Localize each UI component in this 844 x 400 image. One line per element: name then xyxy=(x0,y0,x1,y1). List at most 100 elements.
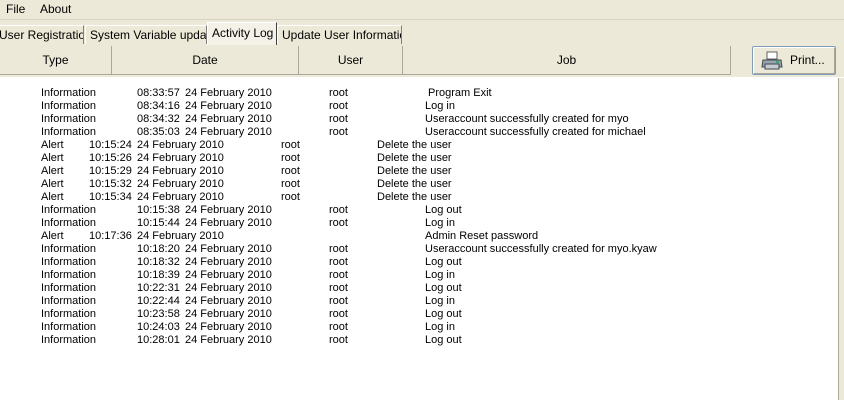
log-row[interactable]: Information 08:34:32 24 February 2010 root U… xyxy=(0,113,838,126)
log-cell-date: 24 February 2010 xyxy=(137,152,224,164)
log-cell-date: 24 February 2010 xyxy=(185,256,272,268)
log-cell-job: Admin Reset password xyxy=(425,230,539,242)
log-cell-date: 24 February 2010 xyxy=(185,243,272,255)
log-row[interactable]: Information 10:15:38 24 February 2010 root L… xyxy=(0,204,838,217)
log-cell-time: 10:18:20 xyxy=(137,243,180,255)
log-cell-job: Log in xyxy=(425,321,455,333)
log-cell-user: root xyxy=(281,165,300,177)
log-cell-type: Information xyxy=(41,243,97,255)
log-cell-job: Log out xyxy=(425,204,462,216)
log-cell-date: 24 February 2010 xyxy=(137,165,224,177)
log-cell-time: 10:15:26 xyxy=(89,152,132,164)
log-cell-user: root xyxy=(329,256,348,268)
log-cell-type: Information xyxy=(41,295,97,307)
log-cell-date: 24 February 2010 xyxy=(185,295,272,307)
log-cell-date: 24 February 2010 xyxy=(185,126,272,138)
log-row[interactable]: Information 10:18:20 24 February 2010 root U… xyxy=(0,243,838,256)
log-row[interactable]: Information 08:34:16 24 February 2010 root L… xyxy=(0,100,838,113)
log-row[interactable]: Information 10:18:32 24 February 2010 root L… xyxy=(0,256,838,269)
tab-update-user-information[interactable]: Update User Information xyxy=(277,25,402,44)
log-cell-type: Information xyxy=(41,282,97,294)
log-cell-type: Alert xyxy=(41,230,64,242)
log-cell-time: 10:15:34 xyxy=(89,191,132,203)
log-cell-job: Useraccount successfully created for myo… xyxy=(425,243,657,255)
log-cell-date: 24 February 2010 xyxy=(137,178,224,190)
column-header-date[interactable]: Date xyxy=(112,46,299,75)
log-cell-user: root xyxy=(329,217,348,229)
log-row[interactable]: Information 08:33:57 24 February 2010 root P… xyxy=(0,87,838,100)
menu-bar: File About xyxy=(0,0,844,20)
log-cell-job: Log in xyxy=(425,100,455,112)
tab-user-registration[interactable]: User Registration xyxy=(0,25,84,44)
log-cell-time: 10:28:01 xyxy=(137,334,180,346)
log-cell-time: 10:24:03 xyxy=(137,321,180,333)
log-cell-type: Information xyxy=(41,126,97,138)
log-cell-time: 10:17:36 xyxy=(89,230,132,242)
log-cell-user: root xyxy=(329,295,348,307)
log-cell-job: Log out xyxy=(425,334,462,346)
log-cell-time: 08:34:32 xyxy=(137,113,180,125)
menu-file[interactable]: File xyxy=(3,1,28,17)
scrollbar[interactable] xyxy=(838,78,844,400)
activity-log-list[interactable]: Information 08:33:57 24 February 2010 root P… xyxy=(0,78,838,400)
log-cell-time: 10:18:39 xyxy=(137,269,180,281)
log-cell-date: 24 February 2010 xyxy=(185,282,272,294)
log-cell-type: Alert xyxy=(41,165,64,177)
log-row[interactable]: Information 10:18:39 24 February 2010 root L… xyxy=(0,269,838,282)
log-row[interactable]: Information 10:15:44 24 February 2010 root L… xyxy=(0,217,838,230)
log-cell-date: 24 February 2010 xyxy=(137,191,224,203)
log-cell-user: root xyxy=(329,243,348,255)
log-cell-time: 10:23:58 xyxy=(137,308,180,320)
log-cell-type: Information xyxy=(41,321,97,333)
log-cell-time: 10:15:29 xyxy=(89,165,132,177)
log-row[interactable]: Alert 10:15:34 24 February 2010 root Delete … xyxy=(0,191,838,204)
tab-activity-log[interactable]: Activity Log xyxy=(207,22,277,45)
log-row[interactable]: Information 08:35:03 24 February 2010 root U… xyxy=(0,126,838,139)
log-row[interactable]: Information 10:23:58 24 February 2010 root L… xyxy=(0,308,838,321)
column-header-type[interactable]: Type xyxy=(0,46,112,75)
tab-system-variable-update[interactable]: System Variable update xyxy=(85,25,207,44)
log-row[interactable]: Information 10:24:03 24 February 2010 root L… xyxy=(0,321,838,334)
printer-icon xyxy=(761,51,783,70)
log-row[interactable]: Alert 10:15:32 24 February 2010 root Delete … xyxy=(0,178,838,191)
log-row[interactable]: Alert 10:15:24 24 February 2010 root Delete … xyxy=(0,139,838,152)
log-row[interactable]: Information 10:22:44 24 February 2010 root L… xyxy=(0,295,838,308)
log-cell-time: 08:35:03 xyxy=(137,126,180,138)
log-cell-user: root xyxy=(329,126,348,138)
menu-about[interactable]: About xyxy=(37,1,74,17)
column-header-user[interactable]: User xyxy=(299,46,403,75)
log-cell-time: 10:18:32 xyxy=(137,256,180,268)
print-button[interactable]: Print... xyxy=(752,46,836,75)
log-cell-job: Log in xyxy=(425,295,455,307)
log-row[interactable]: Information 10:22:31 24 February 2010 root L… xyxy=(0,282,838,295)
log-cell-type: Information xyxy=(41,269,97,281)
column-header-job[interactable]: Job xyxy=(403,46,731,75)
log-row[interactable]: Information 10:28:01 24 February 2010 root L… xyxy=(0,334,838,347)
log-cell-job: Program Exit xyxy=(428,87,492,99)
log-cell-job: Log out xyxy=(425,256,462,268)
log-cell-user: root xyxy=(281,152,300,164)
log-row[interactable]: Alert 10:17:36 24 February 2010 Admin Reset… xyxy=(0,230,838,243)
log-cell-type: Information xyxy=(41,113,97,125)
log-cell-job: Delete the user xyxy=(377,165,452,177)
tab-label: System Variable update xyxy=(90,28,207,42)
log-cell-job: Delete the user xyxy=(377,178,452,190)
log-cell-user: root xyxy=(281,178,300,190)
log-cell-user: root xyxy=(281,191,300,203)
log-cell-job: Delete the user xyxy=(377,139,452,151)
log-row[interactable]: Alert 10:15:29 24 February 2010 root Delete … xyxy=(0,165,838,178)
log-cell-type: Alert xyxy=(41,178,64,190)
log-cell-job: Useraccount successfully created for mic… xyxy=(425,126,646,138)
log-cell-date: 24 February 2010 xyxy=(185,217,272,229)
log-cell-time: 10:15:24 xyxy=(89,139,132,151)
log-cell-time: 08:34:16 xyxy=(137,100,180,112)
log-cell-user: root xyxy=(329,334,348,346)
log-cell-type: Alert xyxy=(41,152,64,164)
log-row[interactable]: Alert 10:15:26 24 February 2010 root Delete … xyxy=(0,152,838,165)
log-cell-job: Log in xyxy=(425,217,455,229)
log-cell-job: Log out xyxy=(425,282,462,294)
log-cell-time: 10:15:38 xyxy=(137,204,180,216)
log-cell-user: root xyxy=(329,282,348,294)
tab-label: Activity Log xyxy=(212,26,274,40)
log-cell-type: Information xyxy=(41,256,97,268)
